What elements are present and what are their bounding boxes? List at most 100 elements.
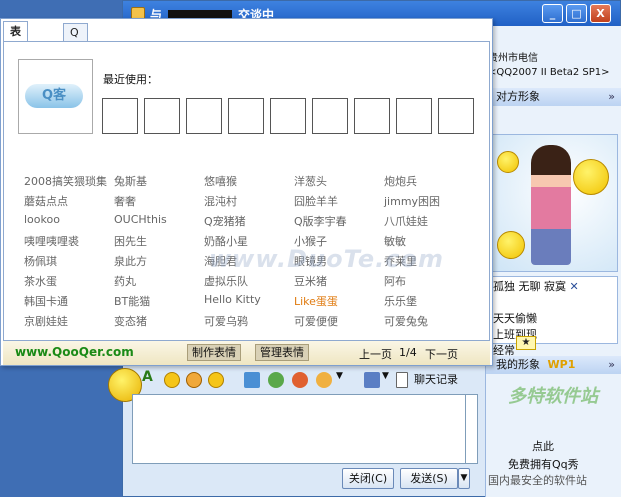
recent-label: 最近使用： bbox=[103, 73, 158, 86]
emoticon-pack-link[interactable]: lookoo bbox=[24, 213, 60, 226]
emoticon-pack-link[interactable]: 悠嘻猴 bbox=[204, 173, 237, 189]
emoticon-pack-link[interactable]: 药丸 bbox=[114, 273, 136, 289]
watermark: www.DuoTe.com bbox=[209, 245, 444, 273]
recent-slot[interactable] bbox=[354, 98, 390, 134]
send-button[interactable]: 发送(S) bbox=[400, 468, 458, 489]
site-link[interactable]: www.QooQer.com bbox=[15, 345, 134, 359]
emoticon-pack-link[interactable]: 蘑菇点点 bbox=[24, 193, 68, 209]
video-icon[interactable] bbox=[364, 372, 380, 388]
emoticon-pack-link[interactable]: 虚拟乐队 bbox=[204, 273, 248, 289]
emoticon-pack-link[interactable]: 变态猪 bbox=[114, 313, 147, 329]
emoticon-pack-link[interactable]: 可爱便便 bbox=[294, 313, 338, 329]
emoticon-pack-link[interactable]: Like蛋蛋 bbox=[294, 293, 338, 309]
star-icon[interactable]: ★ bbox=[516, 336, 536, 350]
emoticon-pack-link[interactable]: 兔斯基 bbox=[114, 173, 147, 189]
ad-close-icon[interactable]: ✕ bbox=[570, 280, 579, 293]
emoticon-pack-link[interactable]: 茶水蛋 bbox=[24, 273, 57, 289]
emoticon-pack-link[interactable]: 囧脸羊羊 bbox=[294, 193, 338, 209]
contact-location: 贵州市电信 bbox=[488, 53, 538, 64]
page-indicator: 1/4 bbox=[399, 346, 417, 359]
emoticon-content: Q客 最近使用： 2008搞笑猥琐集 兔斯基 悠嘻猴 洋葱头 炮炮兵蘑菇点点 奢奢 混沌村 囧… bbox=[3, 41, 490, 341]
free-qqshow-link[interactable]: 免费拥有Qq秀 bbox=[508, 456, 579, 472]
recent-slot[interactable] bbox=[312, 98, 348, 134]
emoticon-pack-link[interactable]: 可爱兔兔 bbox=[384, 313, 428, 329]
tab-emoticon-collection[interactable]: 表情大全 bbox=[3, 21, 28, 98]
my-avatar-title: 我的形象 bbox=[496, 358, 540, 371]
chat-toolbar: A ▼ ▼ 聊天记录 bbox=[0, 366, 485, 402]
emoticon-pack-link[interactable]: 乐乐堡 bbox=[384, 293, 417, 309]
pirate-smiley-icon bbox=[497, 231, 525, 259]
emoticon-pack-link[interactable]: 可爱乌鸦 bbox=[204, 313, 248, 329]
close-chat-button[interactable]: 关闭(C) bbox=[342, 468, 394, 489]
emoticon-pack-link[interactable]: jimmy困困 bbox=[384, 193, 440, 209]
emoticon-pack-link[interactable]: 奢奢 bbox=[114, 193, 136, 209]
click-here-link[interactable]: 点此 bbox=[532, 438, 554, 454]
recent-slot[interactable] bbox=[396, 98, 432, 134]
emoticon-pack-link[interactable]: 京剧娃娃 bbox=[24, 313, 68, 329]
emoticon-pack-link[interactable]: Q宠猪猪 bbox=[204, 213, 246, 229]
recent-slot[interactable] bbox=[102, 98, 138, 134]
recent-slot[interactable] bbox=[228, 98, 264, 134]
contact-client-version: <QQ2007 II Beta2 SP1> bbox=[488, 67, 610, 78]
qke-logo: Q客 bbox=[18, 59, 93, 134]
history-icon[interactable] bbox=[396, 372, 408, 388]
chevron-icon[interactable]: » bbox=[608, 88, 615, 106]
maximize-button[interactable]: □ bbox=[566, 4, 587, 23]
music-icon[interactable] bbox=[292, 372, 308, 388]
watermark-tagline: 国内最安全的软件站 bbox=[488, 474, 587, 487]
emoticon-icon[interactable] bbox=[186, 372, 202, 388]
font-icon[interactable]: A bbox=[142, 369, 153, 385]
message-input[interactable] bbox=[132, 394, 466, 464]
recent-slot[interactable] bbox=[186, 98, 222, 134]
send-options-dropdown[interactable]: ▼ bbox=[458, 468, 470, 489]
prev-page-link[interactable]: 上一页 bbox=[359, 346, 392, 362]
my-avatar-header[interactable]: 我的形象 WP1 » bbox=[486, 356, 621, 374]
emoticon-pack-link[interactable]: 混沌村 bbox=[204, 193, 237, 209]
emoticon-pack-link[interactable]: BT能猫 bbox=[114, 293, 150, 309]
recent-slot[interactable] bbox=[144, 98, 180, 134]
emoticon-pack-link[interactable]: 困先生 bbox=[114, 233, 147, 249]
manage-emoticon-button[interactable]: 管理表情 bbox=[255, 344, 309, 361]
smiley-icon[interactable] bbox=[164, 372, 180, 388]
close-window-button[interactable]: X bbox=[590, 4, 611, 23]
recent-slot[interactable] bbox=[270, 98, 306, 134]
emoticon-pack-link[interactable]: Q版李宇春 bbox=[294, 213, 347, 229]
emoticon-pack-link[interactable]: 阿布 bbox=[384, 273, 406, 289]
screen-capture-icon[interactable] bbox=[244, 372, 260, 388]
emoticon-pack-link[interactable]: Hello Kitty bbox=[204, 293, 261, 306]
emoticon-pack-link[interactable]: OUCHthis bbox=[114, 213, 167, 226]
emoticon-pack-link[interactable]: 2008搞笑猥琐集 bbox=[24, 173, 107, 189]
next-page-link[interactable]: 下一页 bbox=[425, 346, 458, 362]
my-avatar-badge: WP1 bbox=[547, 358, 576, 371]
chevron-down-icon[interactable]: ▼ bbox=[336, 371, 343, 381]
peer-avatar-title: 对方形象 bbox=[496, 90, 540, 103]
recent-slot[interactable] bbox=[438, 98, 474, 134]
ad-box[interactable]: 孤独 无聊 寂寞 ✕ 天天偷懒 上班到现 经常 bbox=[490, 276, 618, 357]
emoticon-pack-link[interactable]: 泉此方 bbox=[114, 253, 147, 269]
emoticon-pack-link[interactable]: 咦哩咦哩裘 bbox=[24, 233, 79, 249]
emoticon-pack-link[interactable]: 杨佩琪 bbox=[24, 253, 57, 269]
emoticon-pack-link[interactable]: 豆米猪 bbox=[294, 273, 327, 289]
watermark-brand: 多特软件站 bbox=[508, 386, 598, 407]
game-icon[interactable] bbox=[268, 372, 284, 388]
chevron-down-icon[interactable]: ▼ bbox=[382, 371, 389, 381]
chat-history-button[interactable]: 聊天记录 bbox=[414, 371, 458, 387]
magic-icon[interactable] bbox=[316, 372, 332, 388]
chevron-icon[interactable]: » bbox=[608, 356, 615, 374]
make-emoticon-button[interactable]: 制作表情 bbox=[187, 344, 241, 361]
emoticon-pack-link[interactable]: 炮炮兵 bbox=[384, 173, 417, 189]
smiley-icon bbox=[573, 159, 609, 195]
emoticon-pack-link[interactable]: 八爪娃娃 bbox=[384, 213, 428, 229]
emoticon-pack-link[interactable]: 韩国卡通 bbox=[24, 293, 68, 309]
avatar-girl-figure bbox=[531, 145, 571, 265]
minimize-button[interactable]: _ bbox=[542, 4, 563, 23]
emoticon-popup: 表情大全 Q客表情 Q客 最近使用： 2008搞笑猥琐集兔斯基 悠嘻猴 洋葱头 炮炮兵… bbox=[0, 18, 493, 366]
peer-avatar-header[interactable]: 对方形象 » bbox=[486, 88, 621, 106]
wink-icon[interactable] bbox=[208, 372, 224, 388]
peer-avatar-show[interactable] bbox=[490, 134, 618, 272]
tab-qke-emoticons[interactable]: Q客表情 bbox=[63, 23, 88, 93]
emoticon-pack-link[interactable]: 洋葱头 bbox=[294, 173, 327, 189]
message-scrollbar[interactable] bbox=[466, 394, 478, 464]
pirate-smiley-icon bbox=[497, 151, 519, 173]
emoticon-footer: www.QooQer.com 制作表情 管理表情 上一页 1/4 下一页 bbox=[3, 341, 490, 365]
